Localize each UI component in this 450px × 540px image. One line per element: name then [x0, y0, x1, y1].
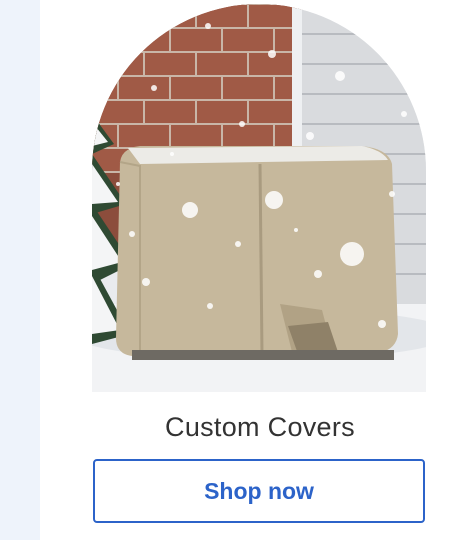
product-card: Custom Covers Shop now: [40, 0, 450, 540]
shop-now-button[interactable]: Shop now: [93, 459, 425, 523]
product-title: Custom Covers: [165, 412, 355, 442]
left-background-strip: [0, 0, 40, 540]
product-image[interactable]: [92, 4, 426, 392]
